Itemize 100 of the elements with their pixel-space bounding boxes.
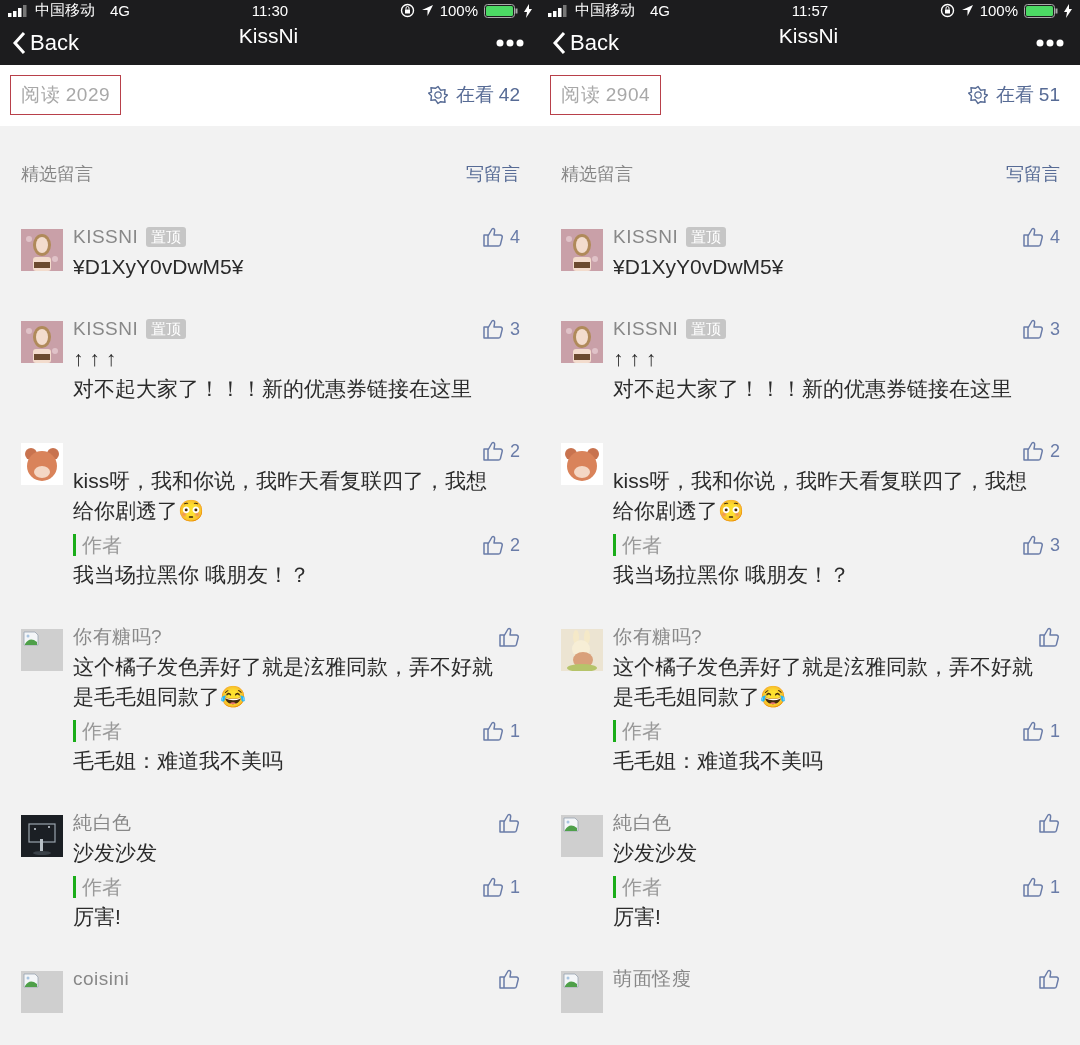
author-reply-label: 作者 xyxy=(613,534,662,556)
status-time: 11:30 xyxy=(251,2,289,19)
commenter-name: KISSNI xyxy=(613,318,679,340)
thumbs-up-icon[interactable] xyxy=(482,226,504,248)
more-icon[interactable] xyxy=(496,38,524,47)
thumbs-up-icon[interactable] xyxy=(482,876,504,898)
reply-text: 我当场拉黑你 哦朋友！？ xyxy=(613,562,851,588)
broken-image-icon xyxy=(21,971,63,1013)
carrier-name: 中国移动 xyxy=(575,1,635,20)
like-count: 3 xyxy=(1050,534,1060,556)
comment-text: 沙发沙发 xyxy=(73,840,158,866)
signal-icon xyxy=(8,4,30,17)
battery-percentage: 100% xyxy=(439,2,478,19)
star-icon[interactable] xyxy=(427,85,448,106)
back-button[interactable]: Back xyxy=(552,29,619,56)
location-arrow-icon xyxy=(420,4,434,17)
like-count: 2 xyxy=(510,440,520,462)
broken-image-icon xyxy=(21,629,63,671)
thumbs-up-icon[interactable] xyxy=(482,720,504,742)
comment-text: 沙发沙发 xyxy=(613,840,698,866)
rotation-lock-icon xyxy=(399,3,415,18)
thumbs-up-icon[interactable] xyxy=(1022,440,1044,462)
write-comment-link[interactable]: 写留言 xyxy=(466,162,520,186)
commenter-name: KISSNI xyxy=(73,226,139,248)
thumbs-up-icon[interactable] xyxy=(498,968,520,990)
author-reply-label: 作者 xyxy=(73,534,122,556)
commenter-name: 你有糖吗? xyxy=(613,625,703,649)
like-count: 2 xyxy=(1050,440,1060,462)
charging-bolt-icon xyxy=(524,3,532,18)
comment-text: ↑ ↑ ↑ 对不起大家了！！！新的优惠券链接在这里 xyxy=(613,346,1013,402)
signal-icon xyxy=(548,4,570,17)
author-reply-label: 作者 xyxy=(73,720,122,742)
like-count: 4 xyxy=(1050,226,1060,248)
watching-count[interactable]: 在看 42 xyxy=(455,82,520,109)
reply-text: 厉害! xyxy=(613,904,662,930)
like-count: 4 xyxy=(510,226,520,248)
author-reply-label: 作者 xyxy=(613,720,662,742)
network-type: 4G xyxy=(650,2,670,19)
commenter-name: 萌面怪瘦 xyxy=(613,967,691,991)
commenter-name: 純白色 xyxy=(73,811,132,835)
comment-text: kiss呀，我和你说，我昨天看复联四了，我想给你剧透了😳 xyxy=(613,468,1029,524)
comment-text: 这个橘子发色弄好了就是泫雅同款，弄不好就是毛毛姐同款了😂 xyxy=(613,654,1034,710)
like-count: 3 xyxy=(1050,318,1060,340)
thumbs-up-icon[interactable] xyxy=(1038,812,1060,834)
read-count: 阅读 2029 xyxy=(10,75,122,116)
comment-text: ↑ ↑ ↑ 对不起大家了！！！新的优惠券链接在这里 xyxy=(73,346,473,402)
thumbs-up-icon[interactable] xyxy=(482,440,504,462)
thumbs-up-icon[interactable] xyxy=(1038,626,1060,648)
watching-count[interactable]: 在看 51 xyxy=(995,82,1060,109)
like-count: 3 xyxy=(510,318,520,340)
comment-text: 这个橘子发色弄好了就是泫雅同款，弄不好就是毛毛姐同款了😂 xyxy=(73,654,494,710)
reply-text: 我当场拉黑你 哦朋友！？ xyxy=(73,562,311,588)
commenter-name: KISSNI xyxy=(613,226,679,248)
charging-bolt-icon xyxy=(1064,3,1072,18)
reply-text: 毛毛姐：难道我不美吗 xyxy=(73,748,284,774)
carrier-name: 中国移动 xyxy=(35,1,95,20)
like-count: 1 xyxy=(1050,720,1060,742)
page-title: KissNi xyxy=(777,23,840,48)
page-title: KissNi xyxy=(237,23,300,48)
location-arrow-icon xyxy=(960,4,974,17)
thumbs-up-icon[interactable] xyxy=(482,318,504,340)
thumbs-up-icon[interactable] xyxy=(1022,720,1044,742)
author-reply-label: 作者 xyxy=(73,876,122,898)
reply-text: 厉害! xyxy=(73,904,122,930)
status-time: 11:57 xyxy=(791,2,829,19)
thumbs-up-icon[interactable] xyxy=(498,812,520,834)
comment-text: ¥D1XyY0vDwM5¥ xyxy=(613,254,785,280)
battery-icon xyxy=(1024,3,1058,18)
thumbs-up-icon[interactable] xyxy=(498,626,520,648)
like-count: 1 xyxy=(1050,876,1060,898)
thumbs-up-icon[interactable] xyxy=(1022,534,1044,556)
more-icon[interactable] xyxy=(1036,38,1064,47)
back-button[interactable]: Back xyxy=(12,29,79,56)
broken-image-icon xyxy=(561,815,603,857)
star-icon[interactable] xyxy=(967,85,988,106)
thumbs-up-icon[interactable] xyxy=(1022,318,1044,340)
commenter-name: coisini xyxy=(73,968,130,990)
section-title: 精选留言 xyxy=(21,163,93,186)
thumbs-up-icon[interactable] xyxy=(1022,876,1044,898)
thumbs-up-icon[interactable] xyxy=(482,534,504,556)
comment-text: kiss呀，我和你说，我昨天看复联四了，我想给你剧透了😳 xyxy=(73,468,489,524)
commenter-name: 你有糖吗? xyxy=(73,625,163,649)
write-comment-link[interactable]: 写留言 xyxy=(1006,162,1060,186)
battery-icon xyxy=(484,3,518,18)
read-count: 阅读 2904 xyxy=(550,75,662,116)
reply-text: 毛毛姐：难道我不美吗 xyxy=(613,748,824,774)
comment-text: ¥D1XyY0vDwM5¥ xyxy=(73,254,245,280)
thumbs-up-icon[interactable] xyxy=(1038,968,1060,990)
thumbs-up-icon[interactable] xyxy=(1022,226,1044,248)
back-chevron-icon[interactable] xyxy=(12,30,26,55)
battery-percentage: 100% xyxy=(979,2,1018,19)
like-count: 1 xyxy=(510,720,520,742)
commenter-name: KISSNI xyxy=(73,318,139,340)
like-count: 2 xyxy=(510,534,520,556)
commenter-name: 純白色 xyxy=(613,811,672,835)
broken-image-icon xyxy=(561,971,603,1013)
back-chevron-icon[interactable] xyxy=(552,30,566,55)
author-reply-label: 作者 xyxy=(613,876,662,898)
network-type: 4G xyxy=(110,2,130,19)
like-count: 1 xyxy=(510,876,520,898)
